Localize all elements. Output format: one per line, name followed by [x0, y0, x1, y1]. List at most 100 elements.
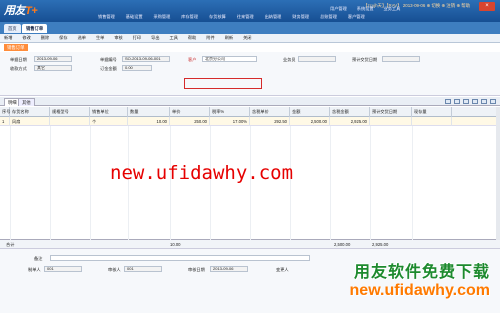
toolbar-button-2[interactable]: 删除 [41, 35, 49, 41]
toolbar-button-4[interactable]: 选单 [78, 35, 86, 41]
toolbar: 新增 修改 删除 保存 选单 生单 审核 打印 导出 工具 帮助 附件 刷新 关闭 [0, 34, 500, 43]
totals-tax-amount: 2,925.00 [372, 242, 389, 247]
sys-menu-item-0[interactable]: 用户管理 [330, 6, 347, 12]
column-header[interactable]: 规格型号 [50, 107, 90, 117]
customer-label: 客户 [188, 57, 197, 62]
table-cell[interactable]: 个 [90, 117, 128, 126]
totals-label: 合计 [6, 242, 15, 247]
table-cell[interactable] [412, 117, 452, 126]
column-header[interactable]: 序号 [0, 107, 10, 117]
sys-menu-item-1[interactable]: 系统设置 [357, 6, 374, 12]
form-title: 销售订单 [4, 44, 28, 51]
column-header[interactable]: 含税单价 [250, 107, 290, 117]
menu-item-2[interactable]: 采购管理 [154, 14, 171, 20]
table-cell[interactable]: 2,500.00 [290, 117, 330, 126]
column-header[interactable]: 数量 [128, 107, 170, 117]
menu-item-7[interactable]: 财务管理 [292, 14, 309, 20]
totals-amount: 2,500.00 [334, 242, 351, 247]
column-header[interactable]: 存货名称 [10, 107, 50, 117]
delivery-date-field[interactable] [382, 56, 420, 62]
salesman-label: 业务员 [283, 57, 296, 62]
totals-qty: 10.00 [170, 242, 181, 247]
toolbar-button-1[interactable]: 修改 [22, 35, 30, 41]
settlement-field[interactable]: 其它 [34, 65, 72, 71]
top-bar: 用友T+ 【zcyjh天】【RAV】 2013-09-06 ⊕ 切换 ⊕ 注销 … [0, 0, 500, 22]
table-cell[interactable]: 风扇 [10, 117, 50, 126]
audit-date-field: 2013-09-06 [210, 266, 248, 272]
menu-item-1[interactable]: 基础设置 [126, 14, 143, 20]
sub-bar: 首页 销售订单 [0, 22, 500, 34]
main-menu: 销售管理 基础设置 采购管理 库存管理 存货核算 往来管理 出纳管理 财务管理 总账管理 客户管理 [98, 14, 365, 20]
menu-item-9[interactable]: 客户管理 [348, 14, 365, 20]
customer-field[interactable]: 北京分公司 [202, 56, 257, 62]
auditor-label: 审核人 [108, 267, 121, 272]
table-cell[interactable]: 292.50 [250, 117, 290, 126]
auditor-field: 001 [124, 266, 162, 272]
column-header[interactable]: 现存量 [412, 107, 452, 117]
toolbar-button-7[interactable]: 打印 [133, 35, 141, 41]
column-header[interactable]: 含税金额 [330, 107, 370, 117]
menu-item-0[interactable]: 销售管理 [98, 14, 115, 20]
column-divider [330, 126, 331, 240]
table-cell[interactable]: 17.00% [210, 117, 250, 126]
column-header[interactable]: 销售单位 [90, 107, 128, 117]
tab-sales-order[interactable]: 销售订单 [22, 24, 48, 33]
table-row[interactable]: 1 风扇 个 10.00 250.00 17.00% 292.50 2,500.00 2,925… [0, 117, 500, 126]
table-cell[interactable] [50, 117, 90, 126]
logo-accent: T+ [25, 5, 38, 17]
export-icon[interactable] [490, 99, 496, 104]
table-cell[interactable]: 2,925.00 [330, 117, 370, 126]
menu-item-6[interactable]: 出纳管理 [265, 14, 282, 20]
vertical-scrollbar[interactable] [496, 107, 500, 240]
deposit-field[interactable]: 0.00 [122, 65, 152, 71]
table-cell[interactable]: 250.00 [170, 117, 210, 126]
column-divider [50, 126, 51, 240]
toolbar-button-13[interactable]: 关闭 [243, 35, 251, 41]
delete-row-icon[interactable] [463, 99, 469, 104]
audit-date-label: 审核日期 [188, 267, 205, 272]
menu-item-3[interactable]: 库存管理 [181, 14, 198, 20]
add-row-icon[interactable] [445, 99, 451, 104]
watermark-cn: 用友软件免费下载 [353, 264, 490, 281]
order-no-field[interactable]: SO-2013-09-06-001 [122, 56, 170, 62]
toolbar-button-5[interactable]: 生单 [96, 35, 104, 41]
toolbar-button-6[interactable]: 审核 [114, 35, 122, 41]
app-logo: 用友T+ [4, 2, 38, 18]
column-header[interactable]: 税率% [210, 107, 250, 117]
memo-field[interactable] [50, 255, 310, 261]
maker-field: 001 [44, 266, 82, 272]
close-icon[interactable]: × [479, 2, 495, 11]
table-cell[interactable]: 10.00 [128, 117, 170, 126]
menu-item-8[interactable]: 总账管理 [320, 14, 337, 20]
table-cell[interactable] [370, 117, 412, 126]
tab-other[interactable]: 其他 [18, 98, 35, 106]
grid-toolbar [445, 99, 496, 104]
insert-row-icon[interactable] [472, 99, 478, 104]
tab-home[interactable]: 首页 [4, 24, 21, 33]
column-header[interactable]: 单价 [170, 107, 210, 117]
menu-item-4[interactable]: 存货核算 [209, 14, 226, 20]
column-divider [10, 126, 11, 240]
sys-menu-item-2[interactable]: 业务工具 [384, 6, 401, 12]
table-cell[interactable]: 1 [0, 117, 10, 126]
deposit-label: 订金金额 [100, 66, 117, 71]
column-header[interactable]: 金额 [290, 107, 330, 117]
toolbar-button-10[interactable]: 帮助 [188, 35, 196, 41]
salesman-field[interactable] [298, 56, 336, 62]
column-divider [370, 126, 371, 240]
column-header[interactable]: 预计交货日期 [370, 107, 412, 117]
settings-icon[interactable] [481, 99, 487, 104]
watermark-url-red: new.ufidawhy.com [110, 162, 294, 184]
toolbar-button-3[interactable]: 保存 [59, 35, 67, 41]
changer-label: 变更人 [276, 267, 289, 272]
toolbar-button-0[interactable]: 新增 [4, 35, 12, 41]
logo-main: 用友 [4, 5, 26, 17]
toolbar-button-11[interactable]: 附件 [206, 35, 214, 41]
menu-item-5[interactable]: 往来管理 [237, 14, 254, 20]
copy-row-icon[interactable] [454, 99, 460, 104]
toolbar-button-9[interactable]: 工具 [170, 35, 178, 41]
toolbar-button-8[interactable]: 导出 [151, 35, 159, 41]
column-divider [412, 126, 413, 240]
order-date-field[interactable]: 2013-09-06 [34, 56, 72, 62]
toolbar-button-12[interactable]: 刷新 [225, 35, 233, 41]
